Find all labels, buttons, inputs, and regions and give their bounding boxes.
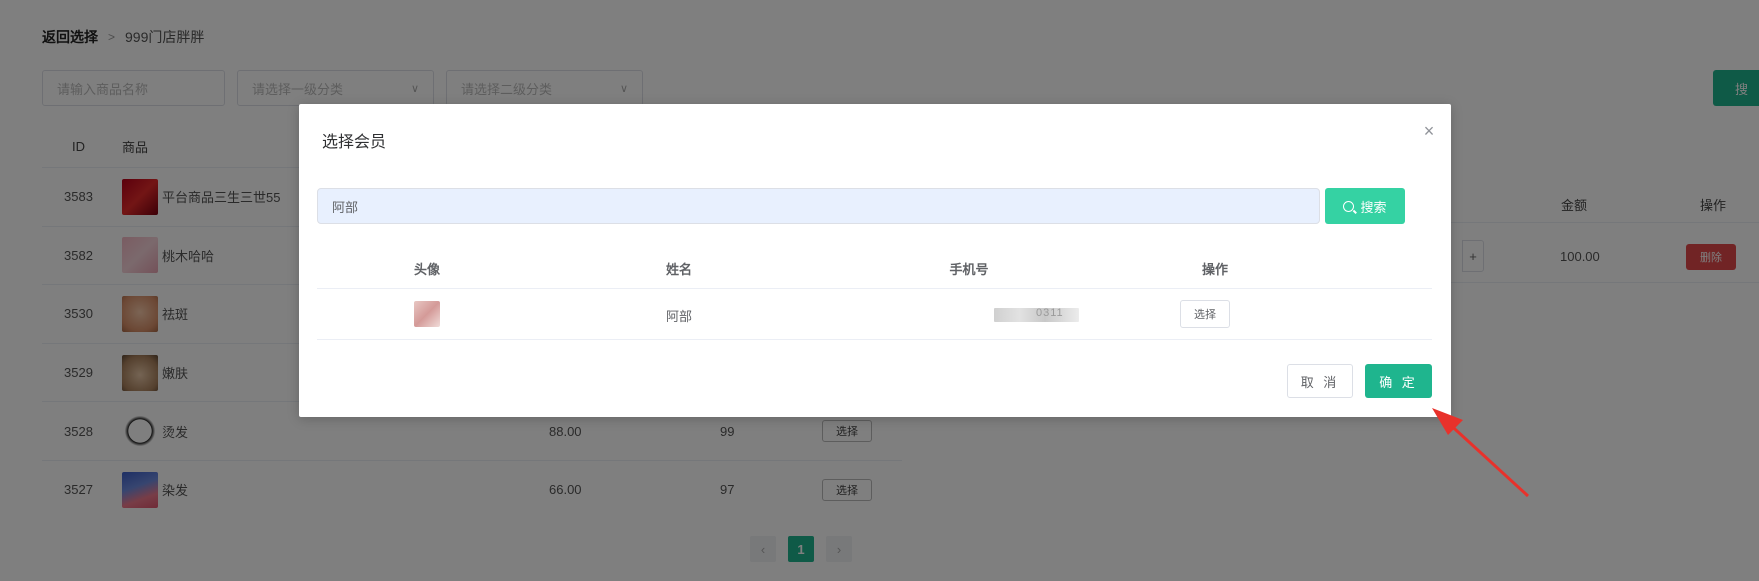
member-phone-visible: 0311 [1036,307,1064,319]
avatar [414,301,440,327]
member-search-input[interactable] [317,188,1320,224]
select-member-button[interactable]: 选择 [1180,300,1230,328]
close-icon[interactable]: × [1420,122,1438,140]
table-row: 阿部 0311 选择 [317,289,1432,340]
select-member-dialog: 选择会员 × 搜索 头像 姓名 手机号 操作 阿部 0311 选择 取 消 确 … [299,104,1451,417]
member-table-header: 头像 姓名 手机号 操作 [317,244,1432,289]
cancel-button[interactable]: 取 消 [1287,364,1353,398]
header-avatar: 头像 [413,262,441,277]
member-search-button[interactable]: 搜索 [1325,188,1405,224]
member-table: 头像 姓名 手机号 操作 阿部 0311 选择 [317,244,1432,340]
search-icon [1343,200,1355,212]
header-operation: 操作 [1201,262,1229,277]
search-button-label: 搜索 [1360,199,1387,215]
header-name: 姓名 [665,262,693,277]
member-name: 阿部 [665,309,693,324]
header-phone: 手机号 [949,262,989,277]
confirm-button[interactable]: 确 定 [1365,364,1432,398]
dialog-title: 选择会员 [322,134,387,151]
member-phone-blurred: 0311 [994,307,1079,322]
